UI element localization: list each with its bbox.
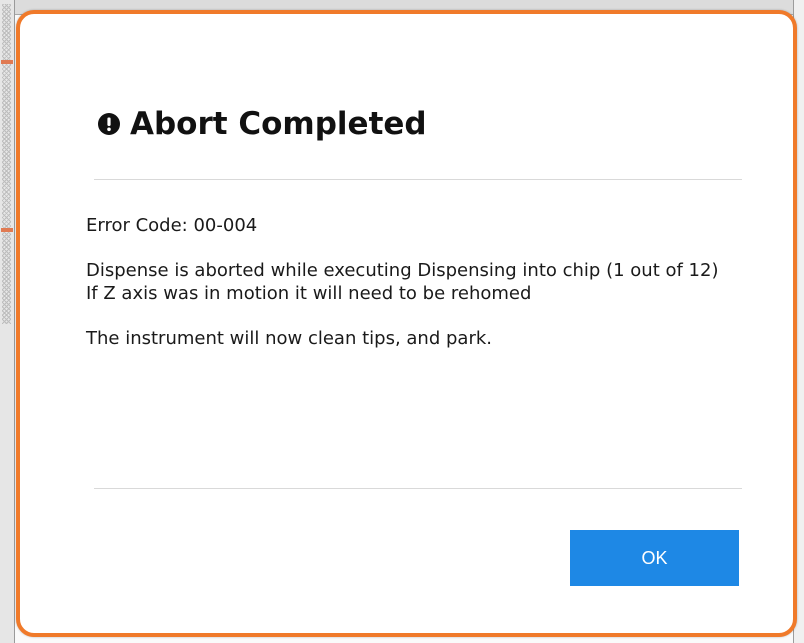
- exclamation-circle-icon: [98, 113, 120, 135]
- background-side-panel: [0, 0, 15, 643]
- park-message-text: The instrument will now clean tips, and …: [86, 328, 492, 349]
- header-divider: [94, 179, 742, 180]
- rehome-message-text: If Z axis was in motion it will need to …: [86, 283, 532, 304]
- abort-dialog: Abort Completed Error Code: 00-004 Dispe…: [16, 10, 797, 637]
- background-marker: [1, 60, 13, 64]
- abort-message-text: Dispense is aborted while executing Disp…: [86, 260, 719, 281]
- ok-button[interactable]: OK: [570, 530, 739, 586]
- background-marker: [1, 228, 13, 232]
- dialog-title: Abort Completed: [130, 106, 427, 142]
- dialog-message: Error Code: 00-004 Dispense is aborted w…: [86, 214, 766, 350]
- dialog-header: Abort Completed: [98, 106, 427, 142]
- footer-divider: [94, 488, 742, 489]
- background-pattern: [2, 4, 11, 324]
- error-code-text: Error Code: 00-004: [86, 215, 258, 236]
